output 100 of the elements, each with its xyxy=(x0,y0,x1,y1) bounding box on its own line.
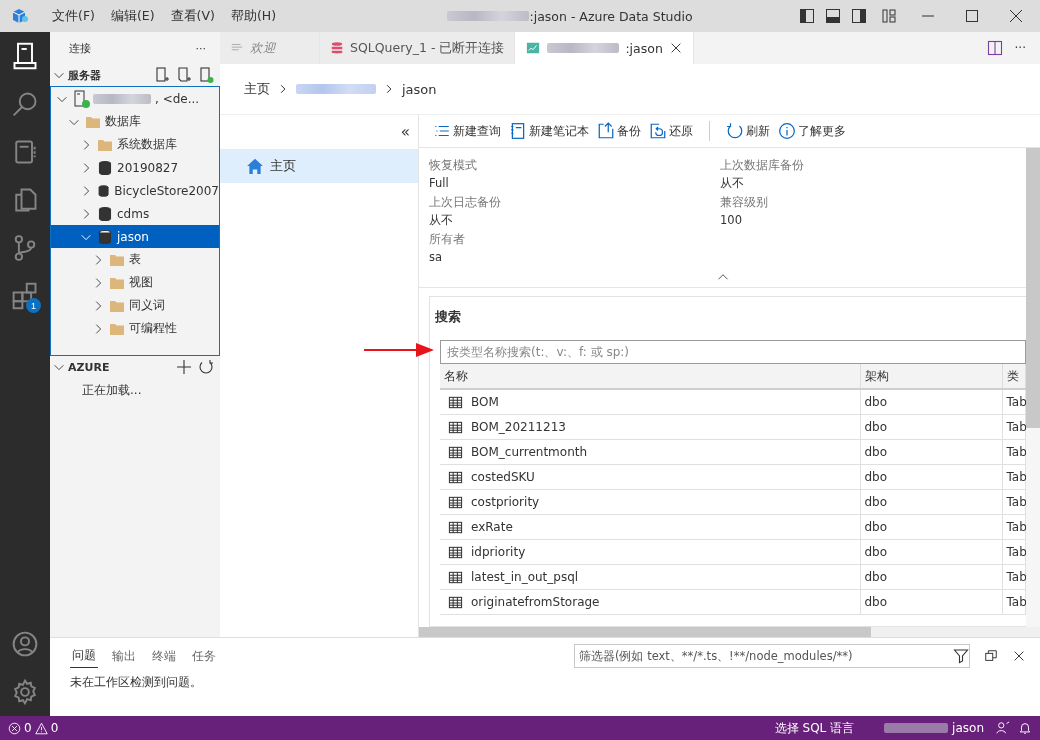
property-label: 上次数据库备份 xyxy=(720,157,805,174)
settings-icon xyxy=(11,678,39,706)
column-header[interactable]: 名称 xyxy=(440,364,860,389)
tree-item[interactable]: cdms xyxy=(51,202,219,225)
table-cell: Tab xyxy=(1002,539,1026,565)
table-cell: latest_in_out_psql xyxy=(471,570,579,584)
table-cell: dbo xyxy=(860,589,1002,615)
table-icon xyxy=(448,419,463,435)
tree-item[interactable]: 系统数据库 xyxy=(51,133,219,156)
sidebar-title: 连接 xyxy=(69,40,91,56)
breadcrumb-item[interactable]: 主页 xyxy=(244,80,270,98)
database-icon xyxy=(97,205,113,222)
scrollbar[interactable] xyxy=(419,627,1040,637)
table-icon xyxy=(448,544,463,560)
editor-tab[interactable]: :jason xyxy=(515,32,694,64)
more-icon[interactable]: ··· xyxy=(195,41,206,55)
window-title: :jason - Azure Data Studio xyxy=(529,8,693,24)
panel-tab[interactable]: 问题 xyxy=(70,644,98,668)
toolbar-button[interactable]: 还原 xyxy=(647,122,695,140)
table-icon xyxy=(448,444,463,460)
account-icon xyxy=(11,630,39,658)
toolbar-button[interactable]: 新建笔记本 xyxy=(507,122,591,140)
tree-item[interactable]: , <de... xyxy=(51,87,219,110)
toolbar-button[interactable]: 刷新 xyxy=(724,122,772,140)
language-status[interactable]: 选择 SQL 语言 xyxy=(774,719,855,737)
toolbar-button[interactable]: 新建查询 xyxy=(431,122,503,140)
section-header[interactable]: AZURE xyxy=(50,356,220,378)
menu-item[interactable]: 文件(F) xyxy=(44,7,103,25)
count-badge: 1 xyxy=(26,298,41,313)
table-icon xyxy=(448,494,463,510)
info-icon xyxy=(778,122,796,140)
table-cell: dbo xyxy=(860,439,1002,465)
table-icon xyxy=(448,594,463,610)
connection-status[interactable]: jason xyxy=(952,721,984,735)
column-header[interactable]: 类 xyxy=(1002,364,1026,389)
chart-icon xyxy=(525,41,542,55)
refresh-icon xyxy=(726,122,744,140)
warning-icon xyxy=(34,721,48,735)
new-connection-icon xyxy=(154,67,170,83)
chevron-right-icon xyxy=(278,84,288,94)
add-icon xyxy=(176,359,192,375)
tree-item[interactable]: 表 xyxy=(51,248,219,271)
search-field[interactable]: 按类型名称搜索(t:、v:、f: 或 sp:) xyxy=(440,340,1026,364)
table-icon xyxy=(448,519,463,535)
more-icon[interactable]: ··· xyxy=(1014,41,1026,55)
editor-tab[interactable]: SQLQuery_1 - 已断开连接 xyxy=(320,32,516,64)
active-connections-icon xyxy=(198,67,214,83)
table-cell: Tab xyxy=(1002,489,1026,515)
table-cell: originatefromStorage xyxy=(471,595,600,609)
panel-message: 未在工作区检测到问题。 xyxy=(69,674,203,691)
menu-item[interactable]: 编辑(E) xyxy=(102,7,163,25)
collapse-icon[interactable]: « xyxy=(400,123,410,141)
panel-tab[interactable]: 输出 xyxy=(110,644,138,668)
notifications-icon xyxy=(1018,721,1032,735)
table-cell: costpriority xyxy=(471,495,540,509)
new-server-group-icon xyxy=(176,67,192,83)
database-icon xyxy=(97,159,113,176)
server-icon xyxy=(11,42,39,70)
property-value: 从不 xyxy=(720,175,745,192)
error-icon xyxy=(8,721,21,735)
activity-button[interactable]: 1 xyxy=(0,272,50,320)
restore-icon xyxy=(649,122,667,140)
column-header[interactable]: 架构 xyxy=(860,364,1002,389)
search-icon xyxy=(11,90,39,118)
table-cell: exRate xyxy=(471,520,513,534)
menu-item[interactable]: 查看(V) xyxy=(162,7,223,25)
property-label: 所有者 xyxy=(429,231,466,248)
table-cell: dbo xyxy=(860,414,1002,440)
toolbar-button[interactable]: 了解更多 xyxy=(776,122,848,140)
filter-field[interactable]: 筛选器(例如 text、**/*.ts、!**/node_modules/**) xyxy=(574,644,970,668)
table-cell: Tab xyxy=(1002,589,1026,615)
table-cell: BOM_currentmonth xyxy=(471,445,588,459)
table-cell: Tab xyxy=(1002,514,1026,540)
panel-tab[interactable]: 任务 xyxy=(190,644,218,668)
tree-item[interactable]: jason xyxy=(51,225,219,248)
close-icon xyxy=(1012,649,1026,663)
nav-item[interactable]: 主页 xyxy=(220,149,418,183)
chevron-right-icon xyxy=(384,84,394,94)
table-cell: dbo xyxy=(860,539,1002,565)
tree-item[interactable]: 视图 xyxy=(51,271,219,294)
table-cell: Tab xyxy=(1002,414,1026,440)
tree-item[interactable]: 可编程性 xyxy=(51,317,219,340)
table-cell: Tab xyxy=(1002,564,1026,590)
property-value: 从不 xyxy=(429,212,454,229)
scrollbar[interactable] xyxy=(1026,148,1040,627)
toolbar-button[interactable]: 备份 xyxy=(595,122,643,140)
panel-tab[interactable]: 终端 xyxy=(150,644,178,668)
table-icon xyxy=(448,469,463,485)
tree-item[interactable]: BicycleStore2007 xyxy=(51,179,219,202)
menu-item[interactable]: 帮助(H) xyxy=(222,7,285,25)
pointer-arrow xyxy=(364,343,434,357)
tree-item[interactable]: 同义词 xyxy=(51,294,219,317)
property-label: 恢复模式 xyxy=(429,157,478,174)
property-value: sa xyxy=(429,249,444,266)
breadcrumb-item[interactable]: jason xyxy=(402,81,437,97)
tree-item[interactable]: 20190827 xyxy=(51,156,219,179)
tree-item[interactable]: 数据库 xyxy=(51,110,219,133)
property-value: 100 xyxy=(720,212,743,229)
problems-status[interactable]: 0 0 xyxy=(8,721,59,735)
section-header[interactable]: 服务器 xyxy=(50,64,220,86)
